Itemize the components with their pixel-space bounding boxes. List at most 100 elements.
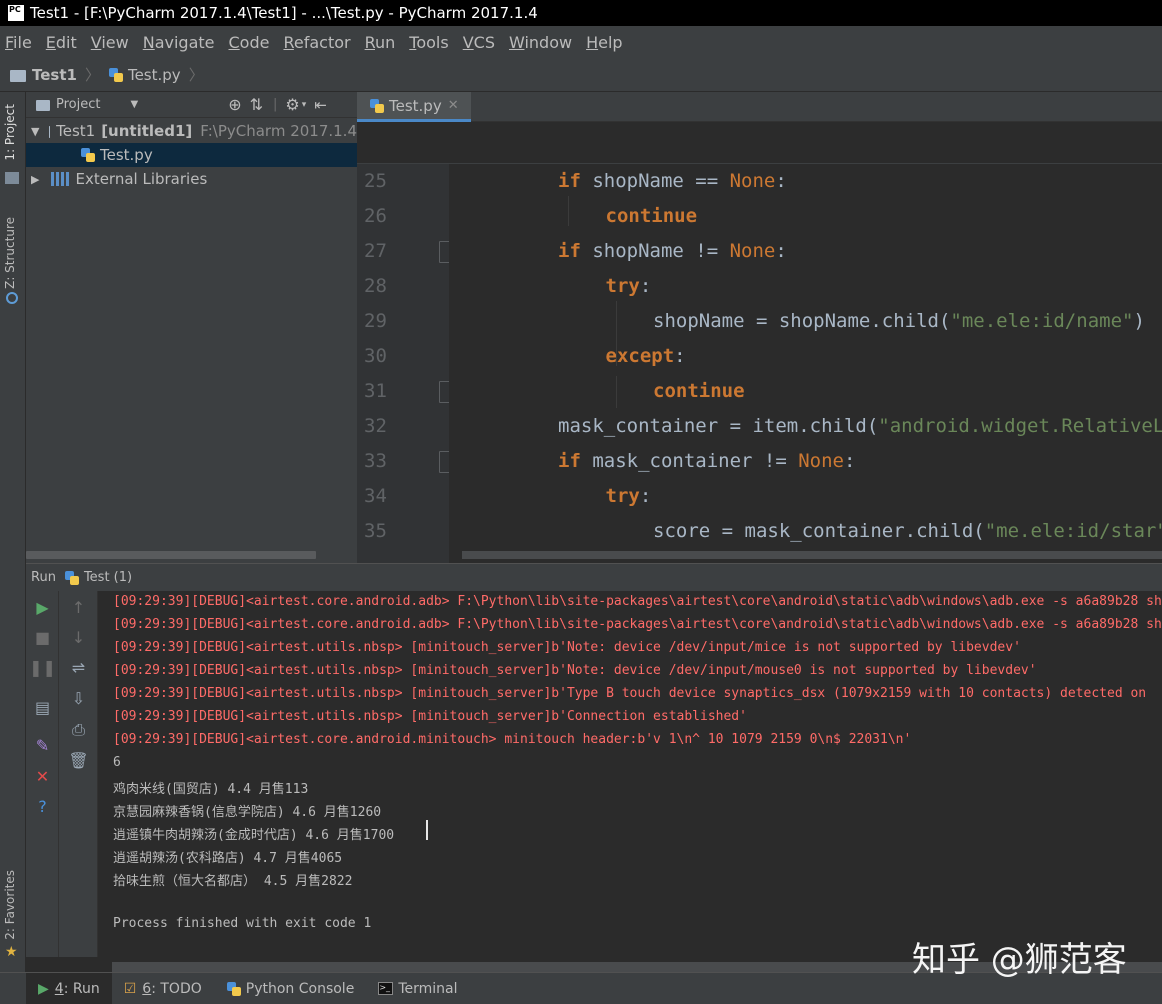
tab-project[interactable]: 1: Project	[3, 104, 17, 161]
chevron-right-icon: 〉	[188, 66, 204, 84]
close-icon[interactable]: ✕	[448, 98, 459, 113]
console-debug-line: [09:29:39][DEBUG]<airtest.core.android.a…	[113, 594, 1162, 609]
menu-item[interactable]: Window	[509, 33, 572, 52]
trash-icon[interactable]: 🗑	[68, 751, 88, 770]
menu-label: un	[375, 32, 396, 52]
close-run-icon[interactable]: ✕	[33, 767, 52, 786]
menu-label: efactor	[293, 32, 351, 52]
menu-label: CS	[473, 32, 495, 52]
code-token: try	[605, 485, 640, 507]
python-console-icon	[226, 981, 242, 997]
code-line: try:	[606, 485, 652, 507]
menu-item[interactable]: File	[5, 33, 32, 52]
tree-item-external-libraries[interactable]: ▶ External Libraries	[26, 167, 357, 191]
tab-run[interactable]: ▶ 4: Run	[26, 972, 112, 1004]
pin-icon[interactable]: ✎	[33, 736, 52, 755]
code-area[interactable]: if shopName == None: continue if shopName …	[449, 164, 1162, 563]
menu-item[interactable]: Edit	[46, 33, 77, 52]
console-output[interactable]: [09:29:39][DEBUG]<airtest.core.android.a…	[98, 591, 1162, 957]
star-icon: ★	[5, 944, 18, 960]
python-file-icon	[80, 147, 96, 163]
menu-mnemonic: N	[142, 32, 155, 52]
menu-mnemonic: E	[45, 32, 56, 52]
up-arrow-icon[interactable]: ↑	[69, 598, 88, 617]
code-token: if	[558, 170, 581, 192]
terminal-icon: >_	[378, 982, 394, 995]
run-icon[interactable]: ▶	[33, 598, 52, 617]
pycharm-logo-icon: PC	[8, 5, 24, 21]
line-number: 27	[364, 240, 387, 262]
pause-icon[interactable]: ❚❚	[29, 658, 56, 677]
code-token: None	[729, 170, 776, 192]
editor-tab-label: Test.py	[389, 96, 442, 115]
breadcrumb-project[interactable]: Test1	[32, 66, 77, 84]
soft-wrap-icon[interactable]: ⇌	[69, 658, 88, 677]
menu-item[interactable]: View	[91, 33, 129, 52]
down-arrow-icon[interactable]: ↓	[69, 628, 88, 647]
console-debug-line: [09:29:39][DEBUG]<airtest.utils.nbsp> [m…	[113, 640, 1021, 655]
menu-item[interactable]: Refactor	[283, 33, 350, 52]
collapse-all-icon[interactable]: ⇅	[250, 95, 263, 114]
dump-threads-icon[interactable]: ▤	[33, 698, 52, 717]
menu-mnemonic: R	[364, 32, 375, 52]
tab-run-number: 4	[54, 980, 64, 997]
help-icon[interactable]: ?	[33, 797, 52, 816]
editor-gutter: 25 26 27 28 29 30 31 32 33 34 35	[357, 164, 456, 563]
expand-arrow-icon[interactable]: ▶	[31, 173, 39, 186]
line-number: 28	[364, 275, 387, 297]
editor-breadcrumb-area	[357, 122, 1162, 164]
python-file-icon	[108, 67, 124, 83]
code-line: if mask_container != None:	[558, 450, 855, 472]
tab-favorites[interactable]: 2: Favorites	[3, 870, 17, 940]
indent-guide	[568, 196, 569, 226]
code-token: if	[558, 450, 581, 472]
menu-item[interactable]: Tools	[409, 33, 448, 52]
dropdown-arrow-icon[interactable]: ▾	[302, 100, 307, 110]
code-line: continue	[653, 380, 745, 402]
locate-icon[interactable]: ⊕	[228, 95, 241, 114]
code-token: continue	[653, 380, 745, 402]
tab-python-console[interactable]: Python Console	[214, 973, 367, 1004]
navigation-bar: Test1 〉 Test.py 〉	[0, 58, 1162, 92]
menu-item[interactable]: VCS	[463, 33, 495, 52]
print-icon[interactable]: ⎙	[69, 720, 88, 739]
project-panel-title[interactable]: Project	[56, 97, 100, 112]
menu-mnemonic: C	[228, 32, 240, 52]
code-token: :	[775, 170, 787, 192]
root-path: F:\PyCharm 2017.1.4	[200, 122, 357, 140]
menu-item[interactable]: Navigate	[143, 33, 215, 52]
indent-guide	[615, 376, 617, 408]
tab-todo[interactable]: ☑ 6: TODO	[112, 973, 214, 1004]
stop-icon[interactable]: ■	[33, 628, 52, 647]
code-token: "android.widget.RelativeLayout"	[878, 415, 1162, 437]
tab-test-py[interactable]: Test.py ✕	[357, 92, 471, 122]
breadcrumb-file[interactable]: Test.py	[128, 66, 181, 84]
menu-item[interactable]: Help	[586, 33, 622, 52]
console-output-line: 6	[113, 755, 121, 770]
line-number: 34	[364, 485, 387, 507]
menu-item[interactable]: Code	[229, 33, 270, 52]
console-debug-line: [09:29:39][DEBUG]<airtest.utils.nbsp> [m…	[113, 663, 1037, 678]
project-tab-icon	[5, 172, 19, 184]
dropdown-arrow-icon[interactable]: ▼	[130, 99, 138, 110]
expand-arrow-icon[interactable]: ▼	[31, 125, 39, 138]
gear-icon[interactable]: ⚙	[285, 95, 299, 114]
menu-label: ools	[416, 32, 449, 52]
project-scrollbar[interactable]	[26, 551, 316, 559]
line-number: 35	[364, 520, 387, 542]
menu-label: elp	[598, 32, 623, 52]
scroll-to-end-icon[interactable]: ⇩	[69, 689, 88, 708]
code-token: mask_container = item.child(	[558, 415, 879, 437]
run-config-tab[interactable]: Test (1)	[84, 570, 132, 585]
console-output-line: Process finished with exit code 1	[113, 916, 372, 931]
separator: |	[273, 97, 278, 112]
tree-item-test-py[interactable]: Test.py	[26, 143, 357, 167]
tree-item-root[interactable]: ▼ Test1 [untitled1] F:\PyCharm 2017.1.4	[26, 119, 357, 143]
console-output-line: 拾味生煎（恒大名都店） 4.5 月售2822	[113, 874, 353, 889]
code-token: "me.ele:id/name"	[950, 310, 1134, 332]
menu-item[interactable]: Run	[365, 33, 396, 52]
editor-horizontal-scrollbar[interactable]	[462, 549, 1162, 561]
tab-structure[interactable]: Z: Structure	[3, 217, 17, 289]
tab-terminal[interactable]: >_ Terminal	[366, 973, 469, 1004]
hide-panel-icon[interactable]: ⇤	[314, 96, 327, 114]
